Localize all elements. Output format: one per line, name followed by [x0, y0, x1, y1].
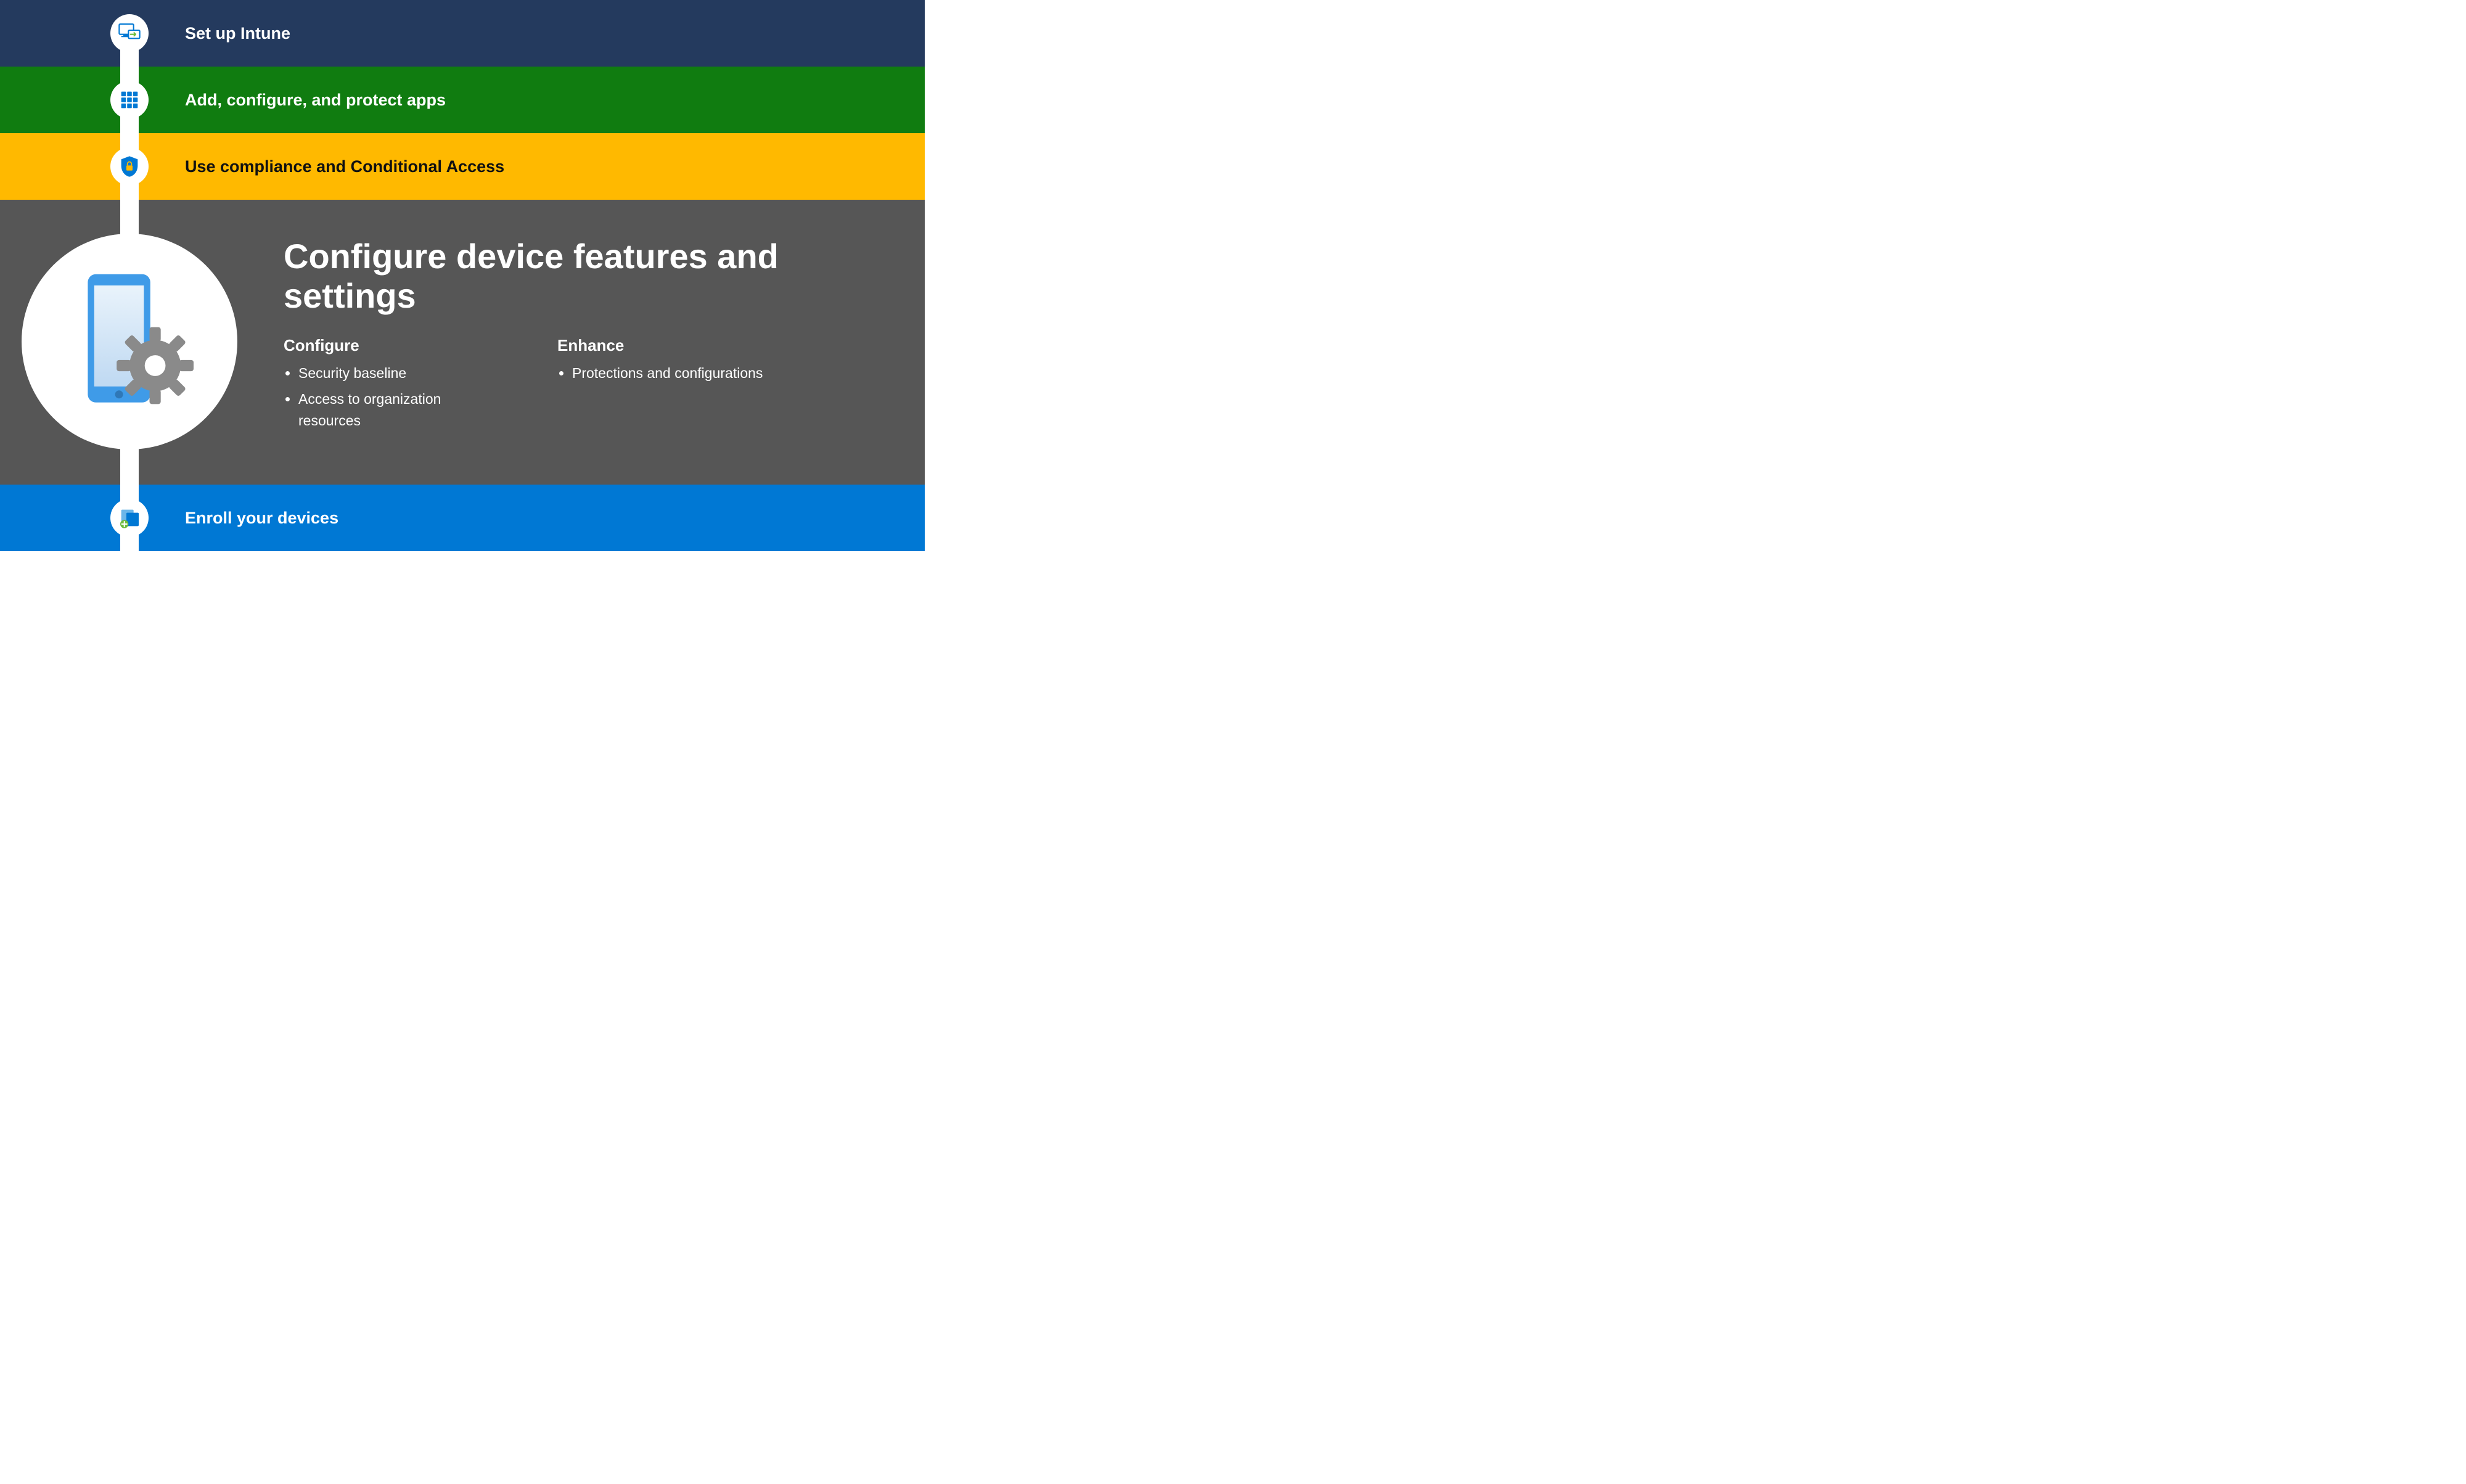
- device-gear-icon: [22, 234, 237, 449]
- configure-column: Configure Security baseline Access to or…: [284, 336, 496, 437]
- devices-plus-icon: [110, 499, 149, 537]
- step-configure-device-features: Configure device features and settings C…: [0, 200, 925, 485]
- column-heading: Enhance: [557, 336, 763, 355]
- step-label: Use compliance and Conditional Access: [185, 157, 504, 176]
- step-compliance-conditional-access: Use compliance and Conditional Access: [0, 133, 925, 200]
- step-label: Enroll your devices: [185, 508, 338, 528]
- step-add-configure-apps: Add, configure, and protect apps: [0, 67, 925, 133]
- step-setup-intune: Set up Intune: [0, 0, 925, 67]
- step-title: Configure device features and settings: [284, 237, 875, 316]
- enhance-column: Enhance Protections and configurations: [557, 336, 763, 437]
- apps-grid-icon: [110, 81, 149, 119]
- list-item: Security baseline: [298, 363, 496, 384]
- step-enroll-devices: Enroll your devices: [0, 485, 925, 551]
- step-label: Set up Intune: [185, 23, 290, 43]
- list-item: Protections and configurations: [572, 363, 763, 384]
- list-item: Access to organization resources: [298, 388, 496, 431]
- column-heading: Configure: [284, 336, 496, 355]
- monitor-arrow-icon: [110, 14, 149, 52]
- shield-lock-icon: [110, 147, 149, 186]
- step-label: Add, configure, and protect apps: [185, 90, 446, 110]
